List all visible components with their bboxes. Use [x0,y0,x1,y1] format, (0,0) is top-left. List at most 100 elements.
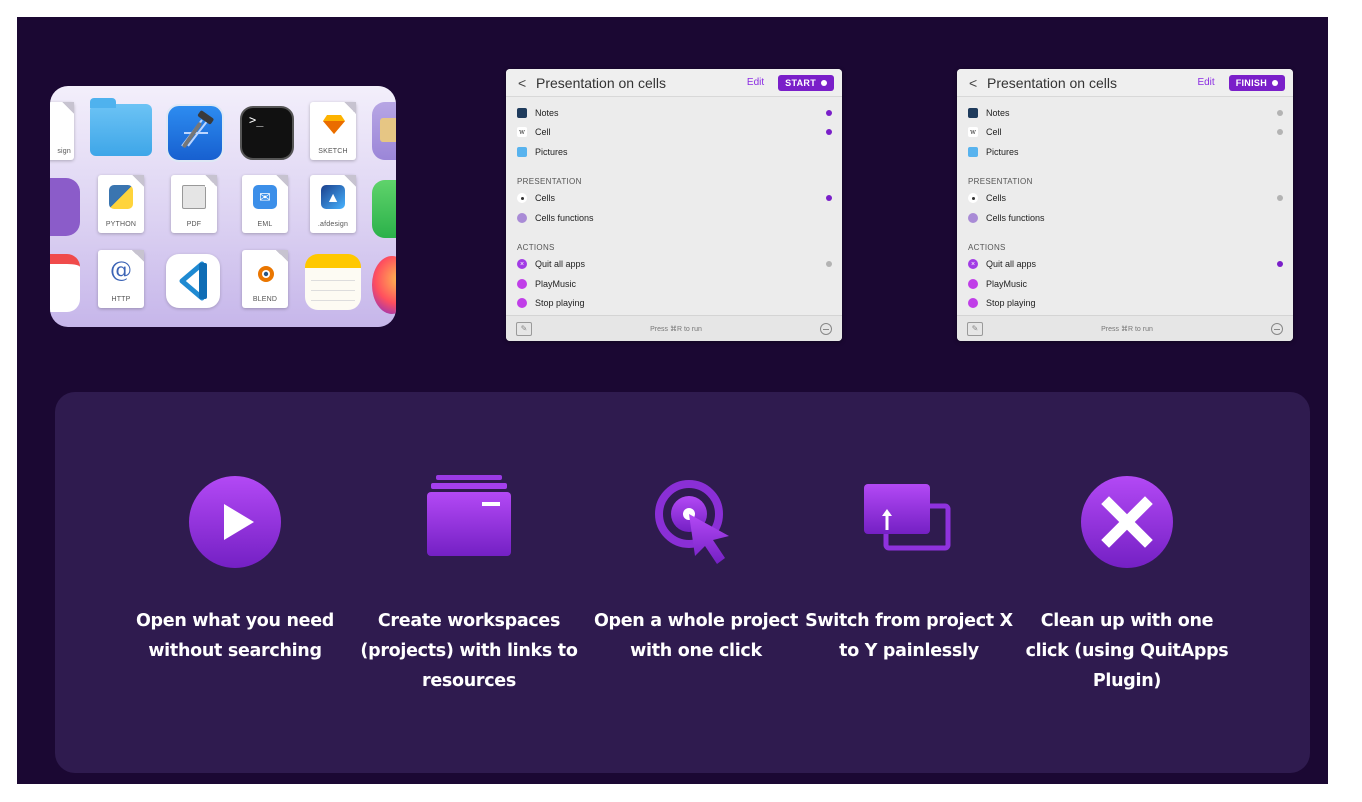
back-chevron-icon[interactable]: < [518,75,536,91]
feature-caption: Open a whole project with one click [593,611,799,661]
status-dot [826,109,832,116]
run-hint: Press ⌘R to run [1101,325,1153,333]
close-x-icon [1072,472,1182,572]
section-header: ACTIONS [968,242,1006,252]
launcher-panel-finish: < Presentation on cells Edit FINISH Note… [957,69,1293,341]
workspaces-icon [414,472,524,572]
stop-icon [517,298,527,309]
blend-doc-icon[interactable]: BLEND [242,250,288,308]
xcode-icon[interactable] [166,104,224,162]
notes-app-icon[interactable] [305,254,361,310]
panel-body: Notes w Cell Pictures PRESENTATION Cells [957,97,1293,314]
minus-circle-icon[interactable] [1271,322,1283,335]
edit-link[interactable]: Edit [747,77,764,88]
list-item[interactable]: Cells functions [957,208,1293,228]
panel-title: Presentation on cells [536,74,666,91]
list-item[interactable]: PlayMusic [957,274,1293,294]
list-item[interactable]: Cells [506,189,842,209]
launcher-panel-start: < Presentation on cells Edit START Notes… [506,69,842,341]
list-item[interactable]: PlayMusic [506,274,842,294]
list-item[interactable]: Stop playing [506,294,842,314]
status-dot [826,261,832,268]
github-icon[interactable] [50,178,80,236]
script-icon [968,212,978,223]
status-dot [826,129,832,136]
status-dot [1277,261,1283,268]
music-icon [968,278,978,289]
quit-icon: × [517,259,527,270]
edit-note-icon[interactable]: ✎ [516,321,532,336]
calendar-icon[interactable] [50,254,80,312]
section-header: PRESENTATION [517,176,582,186]
feature-cleanup: Clean up with one click (using QuitApps … [1017,472,1237,696]
keynote-icon [517,193,527,204]
archive-icon[interactable] [372,102,396,160]
notes-icon [517,107,527,118]
sketch-doc-icon[interactable]: SKETCH [310,102,356,160]
list-item[interactable]: Pictures [957,142,1293,162]
feature-caption: Create workspaces (projects) with links … [360,611,578,691]
feature-switch: Switch from project X to Y painlessly [799,472,1019,666]
stage: sign >_ SKETCH PYTHON PDF ✉ EML ▲ .afdes… [17,17,1328,784]
section-header: ACTIONS [517,242,555,252]
click-cursor-icon [641,472,751,572]
status-dot [1277,129,1283,136]
switch-windows-icon [854,472,964,572]
http-doc-icon[interactable]: @ HTTP [98,250,144,308]
minus-circle-icon[interactable] [820,322,832,335]
script-icon [517,212,527,223]
back-chevron-icon[interactable]: < [969,75,987,91]
afdesign-doc-icon[interactable]: ▲ .afdesign [310,175,356,233]
record-dot-icon [1272,79,1278,86]
list-item[interactable]: × Quit all apps [506,255,842,275]
notes-icon [968,107,978,118]
panel-footer: ✎ Press ⌘R to run [957,315,1293,341]
features-panel: Open what you need without searching Cre… [55,392,1310,773]
wikipedia-icon: w [517,127,527,138]
play-icon [180,472,290,572]
terminal-icon[interactable]: >_ [240,106,294,160]
vscode-icon[interactable] [166,254,220,308]
list-item[interactable]: Notes [506,103,842,123]
panel-footer: ✎ Press ⌘R to run [506,315,842,341]
keynote-icon [968,193,978,204]
feature-open: Open what you need without searching [125,472,345,666]
finish-button[interactable]: FINISH [1228,74,1285,91]
numbers-icon[interactable] [372,180,396,238]
design-doc-icon[interactable]: sign [50,102,74,160]
list-item[interactable]: Cells [957,189,1293,209]
list-item[interactable]: w Cell [957,123,1293,143]
start-button[interactable]: START [778,74,834,91]
panel-title: Presentation on cells [987,74,1117,91]
list-item[interactable]: Notes [957,103,1293,123]
list-item[interactable]: Pictures [506,142,842,162]
music-icon [517,278,527,289]
list-item[interactable]: Stop playing [957,294,1293,314]
list-item[interactable]: × Quit all apps [957,255,1293,275]
panel-body: Notes w Cell Pictures PRESENTATION Cells [506,97,842,314]
stop-icon [968,298,978,309]
folder-icon [968,146,978,157]
list-item[interactable]: Cells functions [506,208,842,228]
feature-caption: Clean up with one click (using QuitApps … [1025,611,1229,691]
status-dot [826,195,832,202]
edit-note-icon[interactable]: ✎ [967,321,983,336]
firefox-icon[interactable] [372,256,396,314]
feature-one-click: Open a whole project with one click [586,472,806,666]
folder-icon[interactable] [90,98,152,156]
feature-caption: Switch from project X to Y painlessly [805,611,1013,661]
list-item[interactable]: w Cell [506,123,842,143]
feature-workspaces: Create workspaces (projects) with links … [359,472,579,696]
quit-icon: × [968,259,978,270]
panel-header: < Presentation on cells Edit START [506,69,842,97]
wikipedia-icon: w [968,127,978,138]
edit-link[interactable]: Edit [1197,77,1214,88]
status-dot [1277,195,1283,202]
status-dot [1277,109,1283,116]
eml-doc-icon[interactable]: ✉ EML [242,175,288,233]
record-dot-icon [821,79,827,86]
section-header: PRESENTATION [968,176,1033,186]
folder-icon [517,146,527,157]
python-doc-icon[interactable]: PYTHON [98,175,144,233]
pdf-doc-icon[interactable]: PDF [171,175,217,233]
